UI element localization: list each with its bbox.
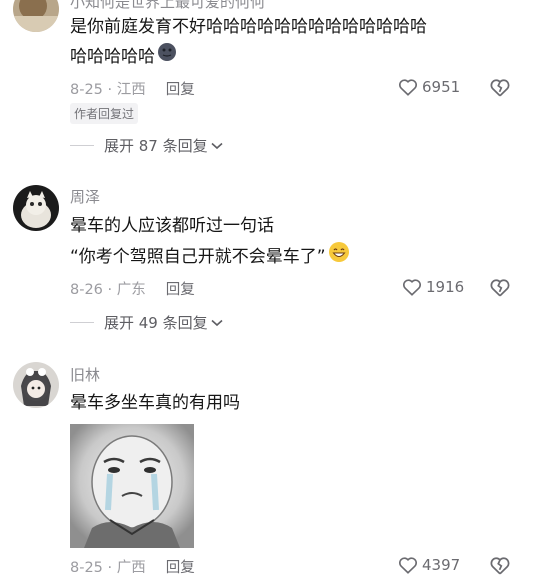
comment-meta: 8-26 · 广东 回复: [70, 278, 195, 299]
dislike-button[interactable]: [489, 556, 511, 579]
expand-replies-label: 展开 87 条回复: [104, 137, 208, 155]
comment-meta: 8-25 · 江西 回复: [70, 78, 195, 99]
broken-heart-icon: [490, 79, 510, 97]
expand-replies-button[interactable]: 展开 87 条回复: [70, 135, 223, 156]
comment-username[interactable]: 周泽: [70, 186, 100, 207]
avatar[interactable]: [13, 362, 59, 408]
comment-username[interactable]: 小知何是世界上最可爱的何何: [70, 0, 265, 12]
broken-heart-icon: [490, 557, 510, 575]
dislike-button[interactable]: [489, 278, 511, 301]
comment-text-line: 晕车多坐车真的有用吗: [70, 393, 240, 413]
reply-button[interactable]: 回复: [166, 282, 195, 298]
comment-text-line: “你考个驾照自己开就不会晕车了”: [70, 247, 326, 267]
comment-username[interactable]: 旧林: [70, 364, 100, 385]
author-replied-badge: 作者回复过: [70, 103, 139, 124]
like-button[interactable]: 1916: [402, 278, 464, 296]
comment-date-location: 8-25 · 江西: [70, 82, 146, 98]
avatar[interactable]: [13, 0, 59, 32]
meme-image[interactable]: [70, 424, 194, 548]
comment-text-line: 哈哈哈哈哈: [70, 47, 155, 67]
divider: [70, 322, 94, 323]
comment-text-line: 是你前庭发育不好哈哈哈哈哈哈哈哈哈哈哈哈哈: [70, 17, 427, 37]
like-count: 1916: [426, 278, 465, 296]
chevron-down-icon: [211, 142, 223, 149]
avatar[interactable]: [13, 185, 59, 231]
dislike-button[interactable]: [489, 78, 511, 101]
moon-emoji-icon: [157, 42, 177, 72]
comment-meta: 8-25 · 广西 回复: [70, 556, 195, 577]
reply-button[interactable]: 回复: [166, 560, 195, 576]
heart-outline-icon: [403, 279, 421, 296]
like-count: 6951: [422, 78, 461, 96]
like-count: 4397: [422, 556, 461, 574]
heart-outline-icon: [399, 557, 417, 574]
comment-text: 晕车多坐车真的有用吗: [70, 388, 240, 418]
grin-emoji-icon: [328, 241, 350, 273]
like-button[interactable]: 4397: [398, 556, 460, 574]
expand-replies-label: 展开 49 条回复: [104, 314, 208, 332]
comment-text: 晕车的人应该都听过一句话 “你考个驾照自己开就不会晕车了”: [70, 211, 350, 273]
comment-text: 是你前庭发育不好哈哈哈哈哈哈哈哈哈哈哈哈哈 哈哈哈哈哈: [70, 12, 427, 72]
broken-heart-icon: [490, 279, 510, 297]
reply-button[interactable]: 回复: [166, 82, 195, 98]
like-button[interactable]: 6951: [398, 78, 460, 96]
chevron-down-icon: [211, 319, 223, 326]
comment-date-location: 8-26 · 广东: [70, 282, 146, 298]
expand-replies-button[interactable]: 展开 49 条回复: [70, 312, 223, 333]
divider: [70, 145, 94, 146]
comment-date-location: 8-25 · 广西: [70, 560, 146, 576]
heart-outline-icon: [399, 79, 417, 96]
comment-text-line: 晕车的人应该都听过一句话: [70, 216, 274, 236]
